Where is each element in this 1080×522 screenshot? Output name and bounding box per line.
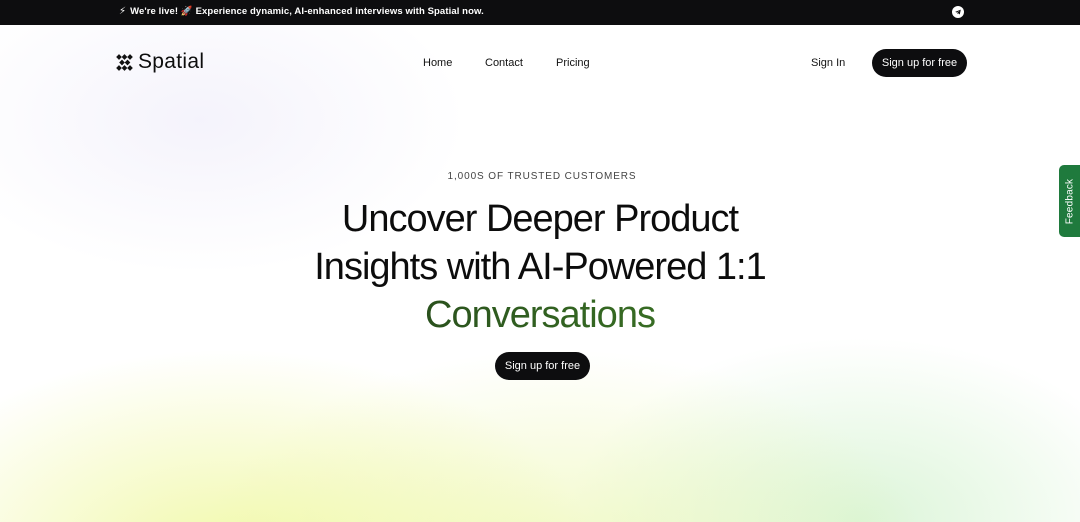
nav-link-pricing[interactable]: Pricing xyxy=(556,57,590,69)
spatial-logo-icon xyxy=(116,53,133,71)
telegram-icon[interactable] xyxy=(952,6,964,18)
headline-line-1: Uncover Deeper Product xyxy=(341,198,739,240)
top-navigation: Spatial Home Contact Pricing Sign In Sig… xyxy=(0,25,1080,95)
announcement-text: We're live! 🚀 Experience dynamic, AI-enh… xyxy=(130,6,484,17)
nav-link-contact[interactable]: Contact xyxy=(485,57,523,69)
sign-in-link[interactable]: Sign In xyxy=(811,57,845,69)
logo-text: Spatial xyxy=(138,50,205,73)
logo[interactable]: Spatial xyxy=(116,50,204,74)
feedback-label: Feedback xyxy=(1064,178,1075,224)
feedback-tab[interactable]: Feedback xyxy=(1059,165,1080,237)
hero-eyebrow: 1,000S OF TRUSTED CUSTOMERS xyxy=(447,171,637,182)
nav-signup-button[interactable]: Sign up for free xyxy=(872,49,967,77)
headline-line-3: Conversations xyxy=(0,291,1080,339)
announcement-message: ⚡ We're live! 🚀 Experience dynamic, AI-e… xyxy=(119,6,484,17)
hero-headline: Uncover Deeper Product Insights with AI-… xyxy=(0,195,1080,339)
hero-signup-button[interactable]: Sign up for free xyxy=(495,352,590,380)
headline-line-2: Insights with AI-Powered 1:1 xyxy=(314,246,766,288)
nav-link-home[interactable]: Home xyxy=(423,57,452,69)
sparkle-icon: ⚡ xyxy=(119,6,127,17)
announcement-bar: ⚡ We're live! 🚀 Experience dynamic, AI-e… xyxy=(0,0,1080,25)
